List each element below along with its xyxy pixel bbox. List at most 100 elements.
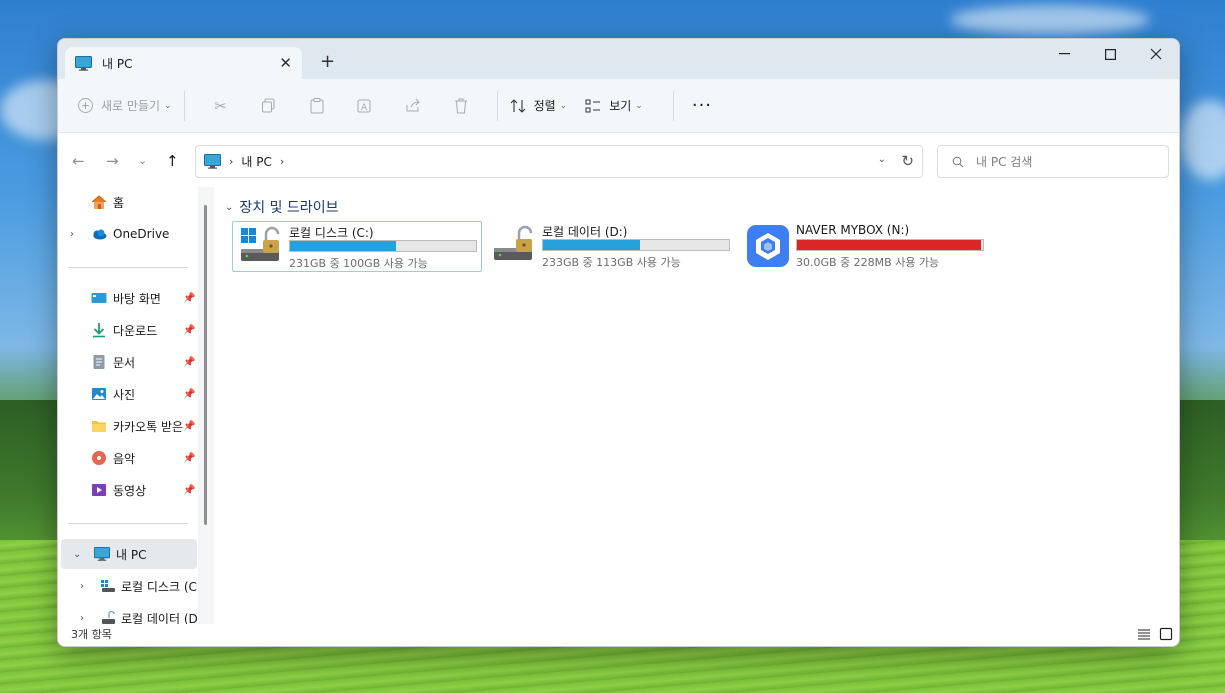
share-button[interactable] (389, 98, 437, 113)
toolbar-divider (496, 90, 498, 121)
drive-tile-n[interactable]: NAVER MYBOX (N:) 30.0GB 중 228MB 사용 가능 (740, 221, 990, 272)
search-box[interactable] (937, 145, 1169, 178)
monitor-icon (75, 55, 92, 71)
breadcrumb-separator-icon[interactable]: › (280, 155, 284, 168)
close-button[interactable] (1133, 39, 1179, 69)
sidebar-item-downloads[interactable]: 다운로드 📌 (58, 315, 198, 345)
sidebar-item-home[interactable]: 홈 (58, 187, 198, 217)
recent-locations-icon[interactable]: ⌄ (138, 154, 147, 167)
sidebar-item-drive-c[interactable]: › 로컬 디스크 (C (58, 571, 198, 601)
pin-icon[interactable]: 📌 (183, 421, 195, 432)
address-bar[interactable]: › 내 PC › ⌄ ↻ (195, 145, 923, 178)
chevron-down-icon[interactable]: ⌄ (225, 202, 233, 213)
sidebar-item-documents[interactable]: 문서 📌 (58, 347, 198, 377)
sort-icon (510, 98, 525, 113)
rename-button[interactable]: A (341, 98, 389, 114)
view-label: 보기 (609, 99, 632, 113)
pin-icon[interactable]: 📌 (183, 325, 195, 336)
pin-icon[interactable]: 📌 (183, 485, 195, 496)
sidebar-item-this-pc[interactable]: ⌄ 내 PC (61, 539, 197, 569)
drive-name: 로컬 디스크 (C:) (289, 226, 374, 240)
maximize-button[interactable] (1087, 39, 1133, 69)
drive-usage-bar (289, 240, 477, 252)
breadcrumb-separator-icon[interactable]: › (229, 155, 233, 168)
chevron-down-icon: ⌄ (164, 100, 172, 111)
sidebar-divider (68, 267, 188, 268)
sidebar-item-label: 동영상 (113, 483, 147, 498)
drive-tile-c[interactable]: 로컬 디스크 (C:) 231GB 중 100GB 사용 가능 (232, 221, 482, 272)
pin-icon[interactable]: 📌 (183, 293, 195, 304)
drive-lock-icon (494, 225, 533, 260)
pin-icon[interactable]: 📌 (183, 389, 195, 400)
drive-name: NAVER MYBOX (N:) (796, 223, 910, 237)
new-item-label: 새로 만들기 (101, 99, 161, 113)
back-arrow-icon[interactable]: ← (72, 152, 85, 170)
chevron-right-icon[interactable]: › (70, 229, 74, 240)
cut-button[interactable]: ✂ (197, 97, 245, 115)
pin-icon[interactable]: 📌 (183, 453, 195, 464)
sidebar-item-videos[interactable]: 동영상 📌 (58, 475, 198, 505)
download-icon (93, 323, 105, 338)
sidebar-item-label: OneDrive (113, 227, 170, 241)
tab-this-pc[interactable]: 내 PC ✕ (65, 47, 302, 79)
toolbar-divider (183, 90, 185, 121)
view-button[interactable]: 보기 ⌄ (585, 97, 643, 114)
title-bar: 내 PC ✕ + (58, 39, 1179, 79)
document-icon (93, 355, 105, 369)
tab-title: 내 PC (102, 56, 133, 71)
address-dropdown-icon[interactable]: ⌄ (878, 154, 886, 165)
new-tab-button[interactable]: + (320, 51, 335, 72)
sidebar-item-onedrive[interactable]: › OneDrive (58, 219, 198, 249)
minimize-icon (1058, 53, 1070, 55)
cloud-icon (93, 229, 107, 240)
paste-button[interactable] (293, 97, 341, 114)
new-item-button[interactable]: + 새로 만들기 ⌄ (78, 97, 172, 114)
more-options-button[interactable]: ··· (692, 95, 712, 116)
system-drive-lock-icon (241, 226, 280, 261)
minimize-button[interactable] (1041, 39, 1087, 69)
search-input[interactable] (976, 154, 1156, 169)
sidebar-item-label: 음악 (113, 451, 136, 466)
sidebar-item-music[interactable]: 음악 📌 (58, 443, 198, 473)
close-tab-icon[interactable]: ✕ (279, 54, 292, 72)
sidebar-item-label: 문서 (113, 355, 136, 370)
content-pane: ⌄ 장치 및 드라이브 로컬 디스크 (C:) 231GB 중 100GB 사용… (215, 187, 1179, 624)
copy-button[interactable] (245, 98, 293, 113)
wallpaper-cloud (950, 5, 1150, 35)
sidebar-item-pictures[interactable]: 사진 📌 (58, 379, 198, 409)
sidebar-item-desktop[interactable]: 바탕 화면 📌 (58, 283, 198, 313)
status-bar: 3개 항목 (58, 622, 1179, 646)
group-header[interactable]: ⌄ 장치 및 드라이브 (225, 197, 338, 217)
up-arrow-icon[interactable]: ↑ (166, 152, 179, 170)
refresh-icon[interactable]: ↻ (901, 152, 914, 170)
drive-usage-fill (797, 240, 982, 250)
chevron-right-icon[interactable]: › (80, 581, 84, 592)
copy-icon (262, 98, 275, 113)
music-icon (92, 451, 106, 465)
chevron-down-icon: ⌄ (635, 100, 643, 111)
trash-icon (454, 98, 467, 113)
drive-free-space: 233GB 중 113GB 사용 가능 (542, 256, 681, 269)
drive-tile-d[interactable]: 로컬 데이터 (D:) 233GB 중 113GB 사용 가능 (486, 221, 736, 272)
tiles-view-icon[interactable] (1159, 627, 1173, 641)
drive-usage-fill (290, 241, 397, 251)
pin-icon[interactable]: 📌 (183, 357, 195, 368)
drive-usage-bar (796, 239, 984, 251)
sidebar-item-kakaotalk-folder[interactable]: 카카오톡 받은 📌 (58, 411, 198, 441)
forward-arrow-icon[interactable]: → (106, 152, 119, 170)
sidebar-item-label: 바탕 화면 (113, 291, 161, 306)
sidebar-scrollbar-thumb[interactable] (204, 205, 207, 525)
file-explorer-window: 내 PC ✕ + + 새로 만들기 ⌄ ✂ A 정렬 ⌄ 보기 ⌄ ··· ← … (57, 38, 1180, 647)
home-icon (91, 195, 107, 209)
sort-label: 정렬 (533, 99, 556, 113)
sort-button[interactable]: 정렬 ⌄ (510, 97, 567, 114)
chevron-down-icon[interactable]: ⌄ (73, 549, 81, 560)
drive-name: 로컬 데이터 (D:) (542, 225, 628, 239)
navigation-pane: 홈 › OneDrive 바탕 화면 📌 다운로드 📌 문서 📌 사진 📌 카카… (58, 187, 198, 624)
sidebar-item-label: 홈 (113, 195, 125, 210)
drive-usage-fill (543, 240, 640, 250)
delete-button[interactable] (437, 98, 485, 114)
breadcrumb-this-pc[interactable]: 내 PC (241, 153, 271, 170)
details-view-icon[interactable] (1137, 627, 1151, 641)
sidebar-item-drive-d[interactable]: › 로컬 데이터 (D (58, 603, 198, 624)
